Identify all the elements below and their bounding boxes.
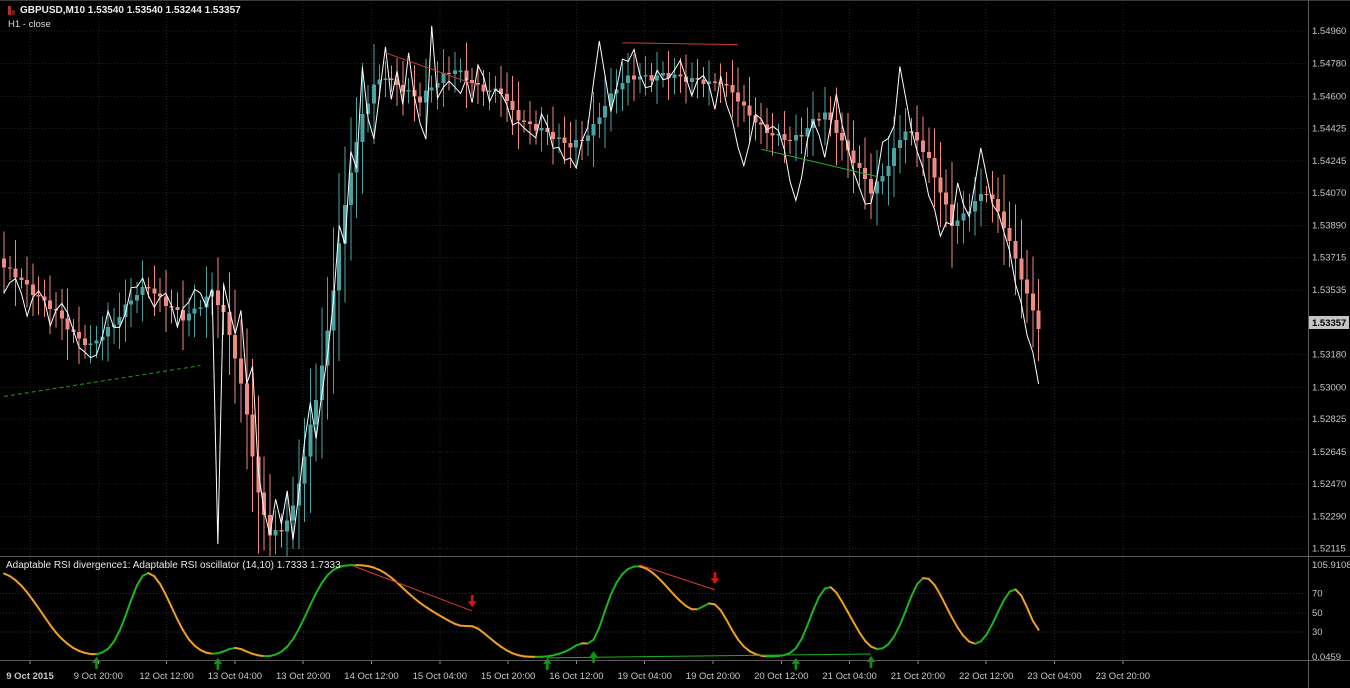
buy-arrow-icon	[791, 657, 801, 670]
svg-text:23 Oct 04:00: 23 Oct 04:00	[1027, 671, 1081, 682]
svg-text:1.53357: 1.53357	[1312, 318, 1346, 329]
svg-text:23 Oct 20:00: 23 Oct 20:00	[1096, 671, 1150, 682]
svg-text:22 Oct 12:00: 22 Oct 12:00	[959, 671, 1013, 682]
svg-text:21 Oct 04:00: 21 Oct 04:00	[822, 671, 876, 682]
svg-text:70: 70	[1312, 589, 1323, 600]
current-price-tag: 1.53357	[1309, 315, 1349, 329]
price-axis[interactable]: 1.54960 1.54780 1.54600 1.54425 1.54245 1.540…	[1312, 26, 1346, 554]
buy-arrow-icon	[92, 656, 101, 669]
time-axis[interactable]: 9 Oct 2015 9 Oct 20:00 12 Oct 12:00 13 Oct …	[6, 661, 1150, 682]
mt4-chart-window: 1.54960 1.54780 1.54600 1.54425 1.54245 1.540…	[0, 0, 1350, 688]
svg-text:1.53180: 1.53180	[1312, 350, 1346, 361]
oscillator-axis[interactable]: 105.9108 70 50 30 0.0459	[1312, 560, 1350, 663]
buy-arrow-icon	[866, 655, 876, 668]
svg-text:1.54245: 1.54245	[1312, 156, 1346, 167]
svg-text:1.52470: 1.52470	[1312, 479, 1346, 490]
svg-text:0.0459: 0.0459	[1312, 652, 1341, 663]
svg-text:1.53535: 1.53535	[1312, 285, 1346, 296]
svg-text:19 Oct 20:00: 19 Oct 20:00	[686, 671, 740, 682]
sell-arrow-icon	[710, 572, 720, 585]
svg-text:1.53890: 1.53890	[1312, 221, 1346, 232]
svg-text:21 Oct 20:00: 21 Oct 20:00	[891, 671, 945, 682]
candles-layer	[2, 42, 1041, 556]
svg-text:30: 30	[1312, 627, 1323, 638]
chart-icon	[8, 6, 15, 15]
svg-text:15 Oct 04:00: 15 Oct 04:00	[413, 671, 467, 682]
symbol-ohlc-label: GBPUSD,M10 1.53540 1.53540 1.53244 1.533…	[8, 5, 241, 16]
panel-separators	[0, 0, 1350, 688]
svg-text:50: 50	[1312, 608, 1323, 619]
sell-arrow-icon	[467, 595, 477, 608]
svg-text:16 Oct 12:00: 16 Oct 12:00	[549, 671, 603, 682]
svg-text:1.54425: 1.54425	[1312, 123, 1346, 134]
svg-text:1.53715: 1.53715	[1312, 252, 1346, 263]
buy-arrow-icon	[589, 651, 598, 664]
svg-text:1.54070: 1.54070	[1312, 188, 1346, 199]
svg-text:1.54780: 1.54780	[1312, 59, 1346, 70]
svg-text:13 Oct 04:00: 13 Oct 04:00	[208, 671, 262, 682]
price-gridlines	[0, 30, 1308, 549]
svg-text:12 Oct 12:00: 12 Oct 12:00	[139, 671, 193, 682]
svg-text:9 Oct 20:00: 9 Oct 20:00	[74, 671, 123, 682]
svg-text:19 Oct 04:00: 19 Oct 04:00	[617, 671, 671, 682]
chart-canvas[interactable]: 1.54960 1.54780 1.54600 1.54425 1.54245 1.540…	[0, 0, 1350, 688]
svg-text:1.53000: 1.53000	[1312, 382, 1346, 393]
svg-text:105.9108: 105.9108	[1312, 560, 1350, 571]
symbol-ohlc-text: GBPUSD,M10 1.53540 1.53540 1.53244 1.533…	[20, 5, 241, 16]
svg-text:1.52645: 1.52645	[1312, 447, 1346, 458]
oscillator-curve	[3, 564, 1040, 658]
svg-text:9 Oct 2015: 9 Oct 2015	[6, 671, 54, 682]
h1-close-line	[3, 25, 1040, 545]
buy-arrow-icon	[543, 657, 552, 670]
svg-text:20 Oct 12:00: 20 Oct 12:00	[754, 671, 808, 682]
oscillator-level-lines	[0, 593, 1308, 633]
oscillator-divergence-lines	[350, 564, 872, 659]
svg-text:13 Oct 20:00: 13 Oct 20:00	[276, 671, 330, 682]
price-trendlines	[3, 42, 877, 397]
overlay-line-label: H1 - close	[8, 19, 51, 30]
svg-text:1.52825: 1.52825	[1312, 414, 1346, 425]
buy-arrow-icon	[213, 657, 223, 670]
svg-text:1.54600: 1.54600	[1312, 91, 1346, 102]
svg-text:1.52115: 1.52115	[1312, 543, 1346, 554]
svg-text:14 Oct 12:00: 14 Oct 12:00	[344, 671, 398, 682]
svg-text:1.52290: 1.52290	[1312, 511, 1346, 522]
oscillator-title: Adaptable RSI divergence1: Adaptable RSI…	[6, 560, 341, 571]
svg-text:15 Oct 20:00: 15 Oct 20:00	[481, 671, 535, 682]
svg-text:1.54960: 1.54960	[1312, 26, 1346, 37]
